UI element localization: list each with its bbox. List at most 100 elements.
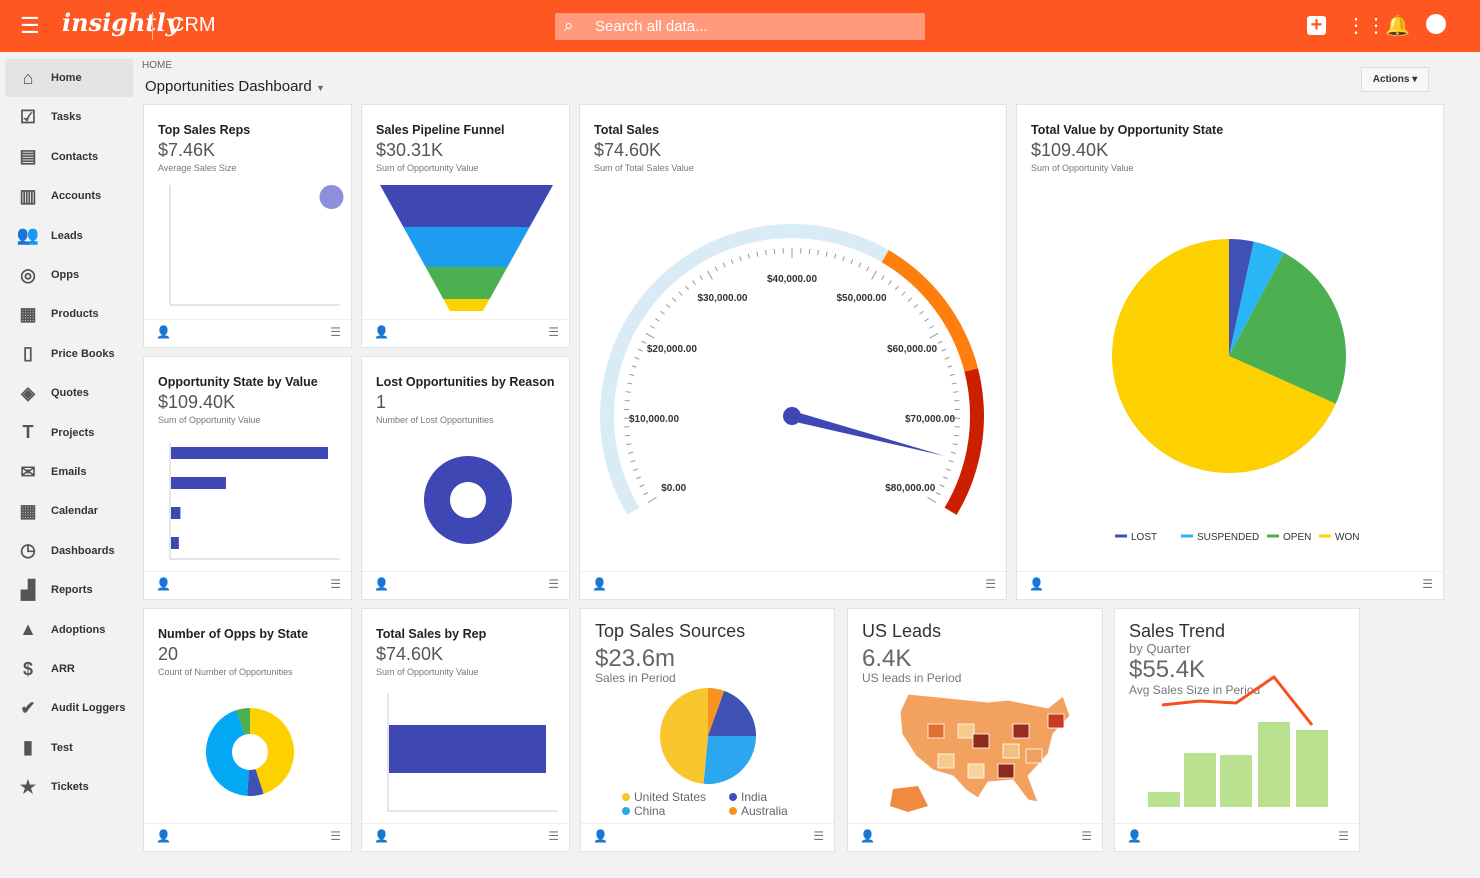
sidebar-item-label: Test [51, 741, 73, 754]
sidebar-item-adoptions[interactable]: ▲ Adoptions [5, 611, 133, 649]
sidebar-item-price-books[interactable]: ▯ Price Books [5, 335, 133, 373]
sidebar-item-label: Price Books [51, 347, 115, 360]
gauge-tick [941, 348, 947, 352]
gauge-tick [888, 280, 892, 285]
gauge-tick [949, 373, 955, 377]
state-region [967, 763, 985, 779]
document-icon: ▮ [23, 737, 33, 758]
gauge-tick [650, 325, 655, 329]
task-check-icon: ☑ [19, 106, 37, 127]
widget-chart: AustraliaIndia ChinaUnited States [622, 688, 788, 818]
gauge-tick [643, 492, 649, 496]
gauge-tick [632, 468, 638, 471]
page-title: Opportunities Dashboard [145, 78, 312, 95]
gauge-tick [706, 270, 713, 280]
legend-dot [622, 807, 630, 815]
funnel-stage [403, 227, 530, 267]
legend-label: WON [1335, 532, 1359, 543]
sidebar-item-audit-loggers[interactable]: ✔ Audit Loggers [5, 689, 133, 727]
gauge-tick [953, 434, 959, 437]
gauge-tick [858, 262, 862, 268]
sidebar-item-label: Adoptions [51, 623, 106, 636]
sidebar-item-tickets[interactable]: ★ Tickets [5, 768, 133, 806]
gauge-tick-label: $20,000.00 [647, 344, 697, 355]
widget-chart [890, 693, 1071, 812]
bar [1258, 722, 1290, 807]
gauge-tick [756, 251, 759, 257]
gauge-tick [699, 275, 703, 280]
app-name: CRM [170, 14, 216, 36]
gauge-tick-label: $40,000.00 [767, 274, 817, 285]
gauge-tick-label: $50,000.00 [836, 293, 886, 304]
gauge-tick [929, 332, 939, 339]
sidebar-item-label: Emails [51, 466, 87, 478]
sidebar-item-opps[interactable]: ◎ Opps [5, 256, 133, 294]
gauge-tick [666, 304, 671, 309]
breadcrumb[interactable]: HOME [142, 60, 172, 71]
widget-total-sales-by-rep: Total Sales by Rep $74.60K Sum of Opportun… [361, 608, 570, 852]
sidebar-item-label: Accounts [51, 190, 102, 203]
sidebar-item-calendar[interactable]: ▦ Calendar [5, 492, 133, 530]
search-input[interactable]: ⌕ Search all data... [555, 13, 925, 40]
sidebar-item-leads[interactable]: 👥 Leads [5, 217, 133, 255]
slice-china [703, 735, 756, 784]
hamburger-menu-icon[interactable]: ☰ [20, 15, 40, 37]
sidebar-item-label: Projects [51, 426, 95, 439]
legend-dot [622, 793, 630, 801]
gauge-tick [808, 248, 811, 254]
widget-chart [380, 185, 553, 311]
gauge-tick [628, 451, 634, 454]
bell-icon[interactable]: 🔔 [1385, 13, 1410, 38]
sidebar-item-home[interactable]: ⌂ Home [5, 59, 133, 97]
widget-opportunity-state-by-value: Opportunity State by Value $109.40K Sum of… [143, 356, 352, 600]
gauge-tick [913, 304, 918, 309]
sidebar-item-reports[interactable]: ▟ Reports [5, 571, 133, 609]
state-region [957, 723, 975, 739]
gauge-tick [635, 476, 641, 480]
dashboard-selector[interactable]: Opportunities Dashboard ▼ [145, 78, 325, 95]
gauge-tick [881, 275, 885, 280]
sidebar-item-label: Opps [51, 269, 80, 281]
sidebar-item-products[interactable]: ▦ Products [5, 295, 133, 333]
gauge-tick [919, 310, 924, 315]
bar [1148, 792, 1180, 807]
funnel-stage [380, 185, 553, 227]
gauge-needle-hub [783, 407, 801, 425]
logo[interactable]: insightly [62, 8, 180, 37]
sidebar-item-accounts[interactable]: ▥ Accounts [5, 177, 133, 215]
actions-button[interactable]: Actions ▾ [1361, 67, 1429, 92]
gauge-tick [866, 266, 870, 272]
sidebar-item-contacts[interactable]: ▤ Contacts [5, 138, 133, 176]
sidebar-item-arr[interactable]: $ ARR [5, 650, 133, 688]
gauge-tick [907, 297, 912, 302]
widget-us-leads: US Leads 6.4K US leads in Period 👤 ☰ [847, 608, 1103, 852]
legend-label: SUSPENDED [1197, 532, 1259, 543]
apps-grid-icon[interactable]: ⋮⋮ [1346, 13, 1386, 38]
gauge-tick-label: $10,000.00 [629, 414, 679, 425]
sidebar-item-tasks[interactable]: ☑ Tasks [5, 98, 133, 136]
gauge-tick [943, 476, 949, 480]
sidebar-item-label: Reports [51, 584, 93, 597]
gauge-tick [692, 280, 696, 285]
building-icon: ▥ [19, 185, 37, 206]
plus-icon[interactable]: + [1307, 15, 1326, 35]
actions-label: Actions [1372, 74, 1410, 85]
account-icon[interactable] [1426, 14, 1446, 34]
chevron-down-icon: ▼ [315, 83, 325, 93]
gauge-tick [842, 256, 845, 262]
gauge-tick [850, 259, 854, 265]
sidebar-item-projects[interactable]: T Projects [5, 414, 133, 452]
hammer-icon: T [22, 422, 34, 443]
gauge-tick [627, 382, 633, 385]
sidebar-item-dashboards[interactable]: ◷ Dashboards [5, 532, 133, 570]
sidebar-item-emails[interactable]: ✉ Emails [5, 453, 133, 491]
sidebar-item-quotes[interactable]: ◈ Quotes [5, 374, 133, 412]
legend-label: Australia [741, 804, 788, 818]
state-region [937, 753, 955, 769]
sidebar-item-test[interactable]: ▮ Test [5, 729, 133, 767]
widget-sales-pipeline-funnel: Sales Pipeline Funnel $30.31K Sum of Oppor… [361, 104, 570, 348]
widget-chart [1148, 674, 1328, 807]
bar [171, 537, 179, 549]
gauge-tick [747, 253, 750, 259]
widget-chart: $0.00 $10,000.00 $20,000.00 $30,000.00 $40,0… [600, 224, 984, 515]
